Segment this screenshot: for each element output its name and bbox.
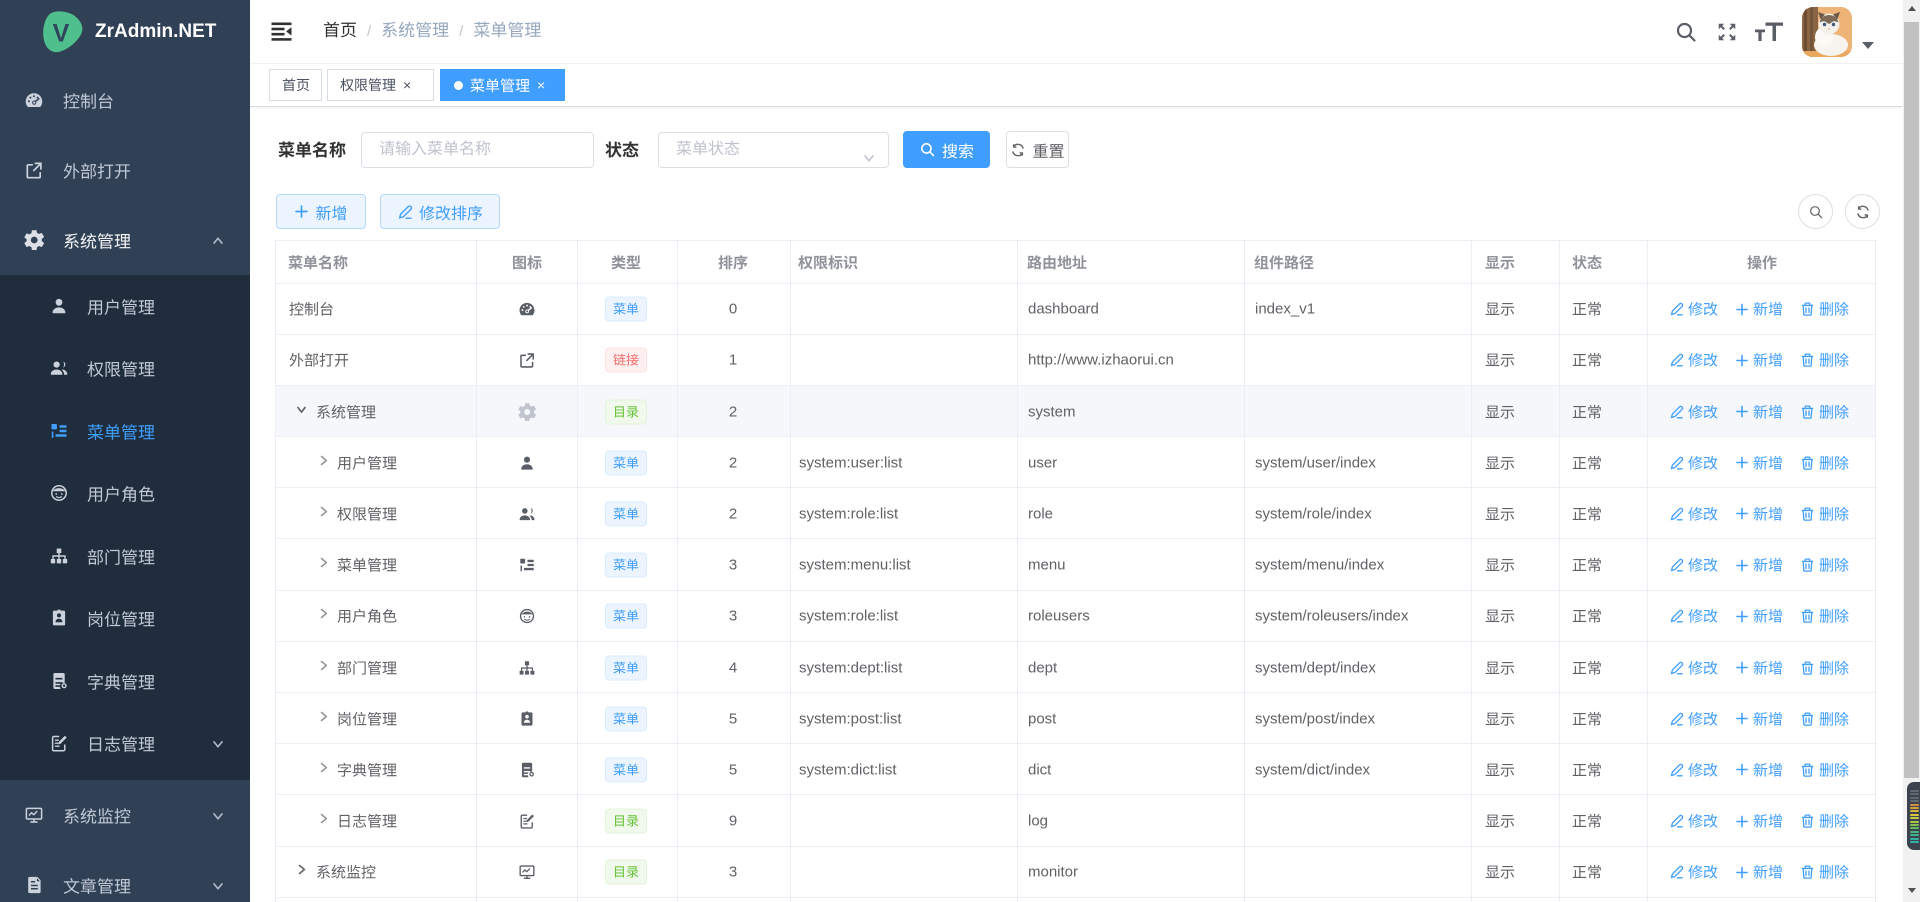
svg-text:V: V xyxy=(53,20,70,48)
